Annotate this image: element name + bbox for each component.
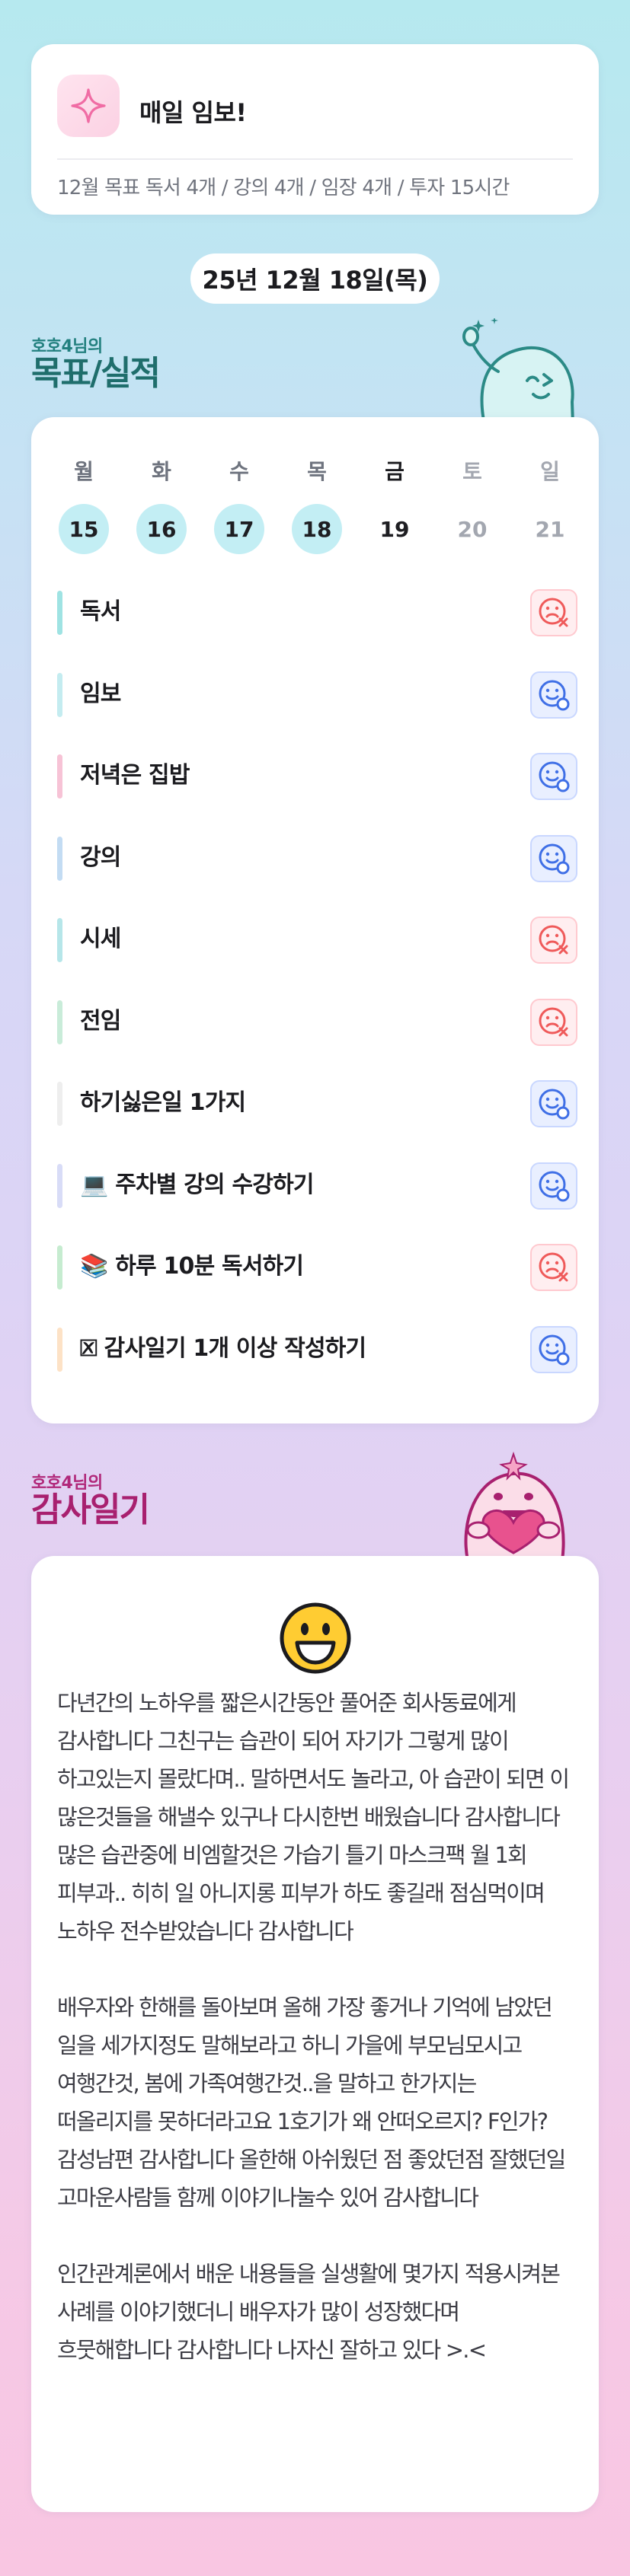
goal-color-bar: [57, 918, 62, 962]
day-number-wrap: 15: [57, 502, 110, 556]
goal-fail-icon[interactable]: [530, 998, 577, 1046]
week-calendar: 월 15 화 16 수 17 목 18 금 19 토 20 일 21: [57, 457, 573, 563]
day-number-wrap: 21: [523, 502, 577, 556]
thanks-section-title: 감사일기: [31, 1490, 150, 1529]
day-column[interactable]: 월 15: [57, 457, 110, 556]
thanks-paragraph: 인간관계론에서 배운 내용들을 실생활에 몇가지 적용시켜본 사례를 이야기했더…: [57, 2261, 561, 2363]
ghost-mascot-icon: [462, 318, 575, 425]
day-column[interactable]: 목 18: [290, 457, 344, 556]
goal-label: 🗵 감사일기 1개 이상 작성하기: [80, 1334, 366, 1362]
day-number-wrap: 19: [368, 502, 421, 556]
goal-row[interactable]: 강의: [57, 831, 577, 885]
goal-card: 월 15 화 16 수 17 목 18 금 19 토 20 일 21 독서임보저녁은 집밥강의시세전임하기…: [31, 417, 599, 1423]
app-title: 매일 임보!: [139, 98, 247, 127]
divider: [57, 158, 573, 160]
goal-success-icon[interactable]: [530, 1080, 577, 1127]
day-name: 월: [74, 459, 94, 484]
goal-row[interactable]: 📚 하루 10분 독서하기: [57, 1239, 577, 1294]
goal-row[interactable]: 독서: [57, 585, 577, 639]
goal-color-bar: [57, 1327, 62, 1372]
goal-color-bar: [57, 754, 62, 799]
day-column[interactable]: 일 21: [523, 457, 577, 556]
day-column[interactable]: 수 17: [213, 457, 266, 556]
goal-success-icon[interactable]: [530, 753, 577, 800]
goal-row[interactable]: 🗵 감사일기 1개 이상 작성하기: [57, 1321, 577, 1376]
day-number-wrap: 18: [290, 502, 344, 556]
thanks-paragraph: 다년간의 노하우를 짧은시간동안 풀어준 회사동료에게 감사합니다 그친구는 습…: [57, 1690, 570, 1944]
goal-fail-icon[interactable]: [530, 589, 577, 636]
day-number-wrap: 20: [446, 502, 499, 556]
day-number: 20: [457, 516, 488, 542]
summary-card: 매일 임보! 12월 목표 독서 4개 / 강의 4개 / 임장 4개 / 투자…: [31, 44, 599, 215]
monthly-goal-summary: 12월 목표 독서 4개 / 강의 4개 / 임장 4개 / 투자 15시간: [57, 177, 510, 199]
day-name: 목: [307, 459, 327, 484]
goal-label: 강의: [80, 843, 121, 871]
day-number: 15: [59, 504, 109, 554]
thanks-diary-text: 다년간의 노하우를 짧은시간동안 풀어준 회사동료에게 감사합니다 그친구는 습…: [57, 1684, 576, 2407]
day-name: 토: [462, 459, 482, 484]
smiley-icon: [280, 1602, 351, 1674]
thanks-paragraph: 배우자와 한해를 돌아보며 올해 가장 좋거나 기억에 남았던 일을 세가지정도…: [57, 1994, 566, 2211]
goal-row[interactable]: 저녁은 집밥: [57, 748, 577, 803]
day-number: 21: [535, 516, 565, 542]
goal-fail-icon[interactable]: [530, 917, 577, 964]
day-column[interactable]: 금 19: [368, 457, 421, 556]
sparkle-icon: [57, 75, 120, 137]
goal-success-icon[interactable]: [530, 834, 577, 882]
goal-color-bar: [57, 1082, 62, 1126]
date-selector[interactable]: 25년 12월 18일(목): [190, 253, 440, 304]
day-number-wrap: 16: [135, 502, 188, 556]
day-number: 18: [292, 504, 342, 554]
thanks-diary-card: 다년간의 노하우를 짧은시간동안 풀어준 회사동료에게 감사합니다 그친구는 습…: [31, 1556, 599, 2512]
day-column[interactable]: 토 20: [446, 457, 499, 556]
goal-row[interactable]: 시세: [57, 912, 577, 967]
goal-row[interactable]: 💻 주차별 강의 수강하기: [57, 1158, 577, 1213]
day-column[interactable]: 화 16: [135, 457, 188, 556]
goal-color-bar: [57, 1245, 62, 1290]
day-number: 16: [136, 504, 187, 554]
thanks-section-heading: 호호4님의 감사일기: [31, 1469, 150, 1529]
day-number: 17: [214, 504, 264, 554]
goal-label: 💻 주차별 강의 수강하기: [80, 1171, 314, 1198]
day-number-wrap: 17: [213, 502, 266, 556]
goal-section-heading: 호호4님의 목표/실적: [31, 333, 161, 393]
goal-color-bar: [57, 591, 62, 635]
goal-label: 전임: [80, 1007, 121, 1035]
goal-success-icon[interactable]: [530, 1325, 577, 1373]
goal-color-bar: [57, 836, 62, 881]
goal-color-bar: [57, 999, 62, 1044]
goal-label: 시세: [80, 926, 121, 952]
goal-row[interactable]: 전임: [57, 994, 577, 1049]
goal-color-bar: [57, 672, 62, 717]
day-number: 19: [379, 516, 410, 542]
goal-label: 저녁은 집밥: [80, 762, 190, 789]
goal-row[interactable]: 임보: [57, 667, 577, 722]
pink-mascot-icon: [464, 1451, 565, 1561]
goal-row[interactable]: 하기싫은일 1가지: [57, 1076, 577, 1130]
goal-label: 독서: [80, 598, 121, 625]
day-name: 수: [229, 459, 249, 484]
goal-success-icon[interactable]: [530, 1162, 577, 1210]
day-name: 화: [152, 459, 171, 484]
goal-color-bar: [57, 1163, 62, 1208]
goal-section-title: 목표/실적: [31, 354, 161, 393]
goal-fail-icon[interactable]: [530, 1244, 577, 1291]
day-name: 금: [385, 459, 405, 484]
goal-label: 📚 하루 10분 독서하기: [80, 1253, 304, 1280]
goal-label: 하기싫은일 1가지: [80, 1089, 246, 1116]
day-name: 일: [540, 459, 560, 484]
goal-label: 임보: [80, 680, 121, 707]
goal-success-icon[interactable]: [530, 671, 577, 719]
